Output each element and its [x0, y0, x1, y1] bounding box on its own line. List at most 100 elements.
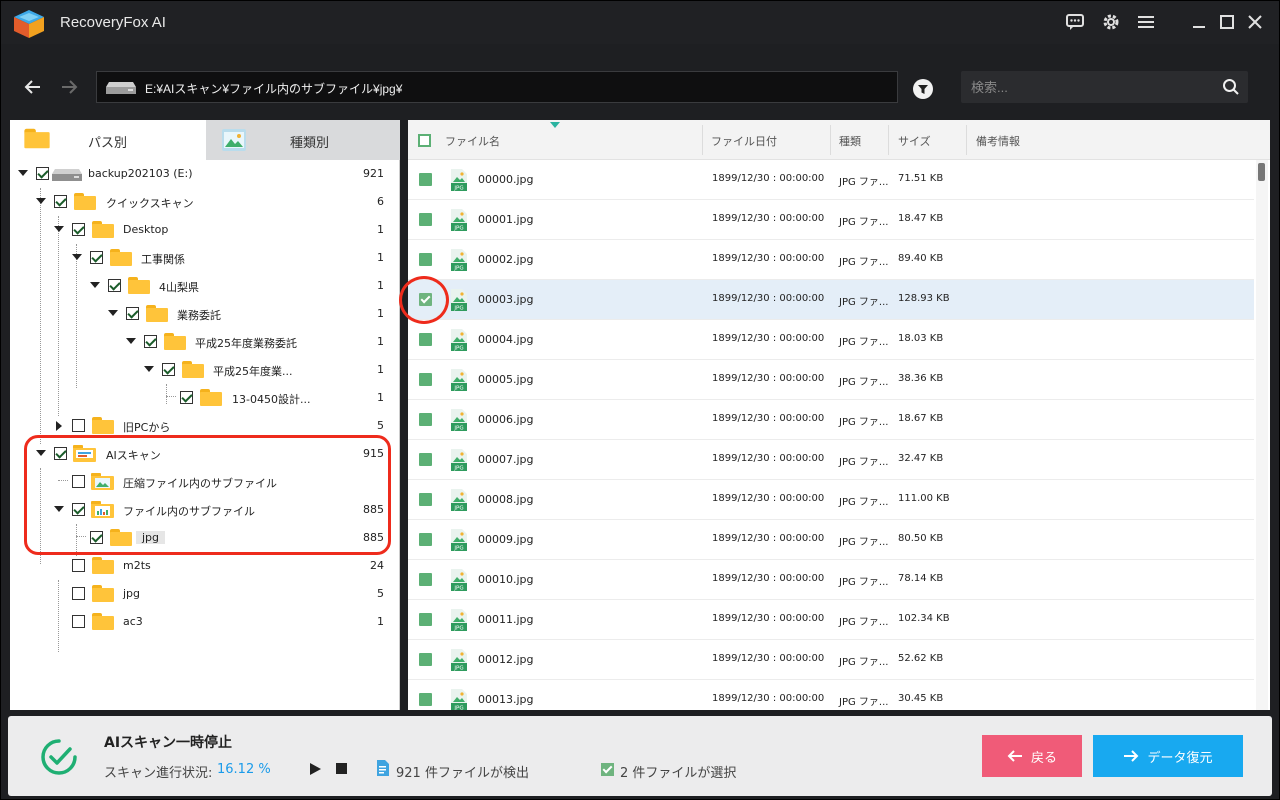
- filter-icon[interactable]: [912, 78, 934, 100]
- stop-icon[interactable]: [336, 763, 347, 774]
- sort-arrow-icon[interactable]: [550, 122, 560, 128]
- search-icon[interactable]: [1222, 78, 1240, 96]
- collapse-arrow-icon[interactable]: [36, 198, 46, 204]
- table-row[interactable]: JPG 00002.jpg 1899/12/30 : 00:00:00 JPG ファ.…: [408, 240, 1254, 280]
- row-checkbox[interactable]: [419, 413, 432, 426]
- table-row[interactable]: JPG 00013.jpg 1899/12/30 : 00:00:00 JPG ファ.…: [408, 680, 1254, 710]
- tree-checkbox[interactable]: [90, 251, 103, 264]
- table-row[interactable]: JPG 00005.jpg 1899/12/30 : 00:00:00 JPG ファ.…: [408, 360, 1254, 400]
- jpg-file-icon: JPG: [451, 209, 467, 231]
- tree-checkbox[interactable]: [72, 419, 85, 432]
- tree-checkbox[interactable]: [72, 559, 85, 572]
- tree-checkbox[interactable]: [180, 391, 193, 404]
- collapse-arrow-icon[interactable]: [126, 338, 136, 344]
- row-filename: 00007.jpg: [478, 453, 534, 466]
- tree-row-yamanashi[interactable]: 4山梨県 1: [10, 272, 390, 300]
- row-checkbox[interactable]: [419, 613, 432, 626]
- tree-row-m2ts[interactable]: m2ts 24: [10, 552, 390, 580]
- forward-arrow-icon[interactable]: [56, 74, 82, 100]
- recover-button[interactable]: データ復元: [1093, 735, 1243, 777]
- row-checkbox[interactable]: [419, 573, 432, 586]
- row-checkbox[interactable]: [419, 653, 432, 666]
- search-box[interactable]: [961, 71, 1248, 103]
- column-header-date[interactable]: ファイル日付: [711, 133, 777, 149]
- tree-checkbox[interactable]: [126, 307, 139, 320]
- recover-button-label: データ復元: [1147, 750, 1213, 766]
- collapse-arrow-icon[interactable]: [90, 282, 100, 288]
- column-header-type[interactable]: 種類: [839, 133, 861, 149]
- row-checkbox[interactable]: [419, 333, 432, 346]
- scan-progress-value: 16.12 %: [217, 762, 271, 777]
- tree-row-gyomu[interactable]: 業務委託 1: [10, 300, 390, 328]
- tree-checkbox[interactable]: [72, 587, 85, 600]
- chat-icon[interactable]: [1062, 9, 1088, 35]
- row-checkbox[interactable]: [419, 533, 432, 546]
- collapse-arrow-icon[interactable]: [18, 170, 28, 176]
- row-checkbox[interactable]: [419, 173, 432, 186]
- table-row[interactable]: JPG 00008.jpg 1899/12/30 : 00:00:00 JPG ファ.…: [408, 480, 1254, 520]
- table-row[interactable]: JPG 00011.jpg 1899/12/30 : 00:00:00 JPG ファ.…: [408, 600, 1254, 640]
- tree-row-h25[interactable]: 平成25年度業務委託 1: [10, 328, 390, 356]
- row-checkbox[interactable]: [419, 453, 432, 466]
- search-input[interactable]: [971, 77, 1211, 97]
- row-checkbox[interactable]: [419, 373, 432, 386]
- tree-row-koji[interactable]: 工事関係 1: [10, 244, 390, 272]
- tree-checkbox[interactable]: [144, 335, 157, 348]
- tab-by-type[interactable]: 種類別: [206, 120, 400, 160]
- close-icon[interactable]: [1242, 9, 1268, 35]
- scrollbar-thumb[interactable]: [1258, 163, 1265, 181]
- row-checkbox[interactable]: [419, 213, 432, 226]
- tree-count: 1: [377, 391, 384, 404]
- column-header-notes[interactable]: 備考情報: [976, 133, 1020, 149]
- collapse-arrow-icon[interactable]: [72, 254, 82, 260]
- row-filename: 00004.jpg: [478, 333, 534, 346]
- tree-checkbox[interactable]: [36, 167, 49, 180]
- svg-text:JPG: JPG: [453, 466, 463, 472]
- minimize-icon[interactable]: [1186, 9, 1212, 35]
- tree-row-quickscan[interactable]: クイックスキャン 6: [10, 188, 390, 216]
- table-row[interactable]: JPG 00012.jpg 1899/12/30 : 00:00:00 JPG ファ.…: [408, 640, 1254, 680]
- tree-row-ac3[interactable]: ac3 1: [10, 608, 390, 636]
- tree-row-h25-sub[interactable]: 平成25年度業... 1: [10, 356, 390, 384]
- status-bar: AIスキャン一時停止 スキャン進行状況: 16.12 % 921 件ファイルが検…: [8, 716, 1272, 796]
- back-button[interactable]: 戻る: [982, 735, 1082, 777]
- tree-checkbox[interactable]: [72, 615, 85, 628]
- column-header-filename[interactable]: ファイル名: [445, 133, 500, 149]
- tab-by-path[interactable]: パス別: [10, 120, 206, 160]
- collapse-arrow-icon[interactable]: [54, 226, 64, 232]
- tree-checkbox[interactable]: [108, 279, 121, 292]
- tree-row-0450[interactable]: 13-0450設計... 1: [10, 384, 390, 412]
- tree-label: m2ts: [123, 559, 151, 572]
- table-row[interactable]: JPG 00000.jpg 1899/12/30 : 00:00:00 JPG ファ.…: [408, 160, 1254, 200]
- tree-row-desktop[interactable]: Desktop 1: [10, 216, 390, 244]
- row-checkbox[interactable]: [419, 493, 432, 506]
- maximize-icon[interactable]: [1214, 9, 1240, 35]
- collapse-arrow-icon[interactable]: [144, 366, 154, 372]
- tree-checkbox[interactable]: [54, 195, 67, 208]
- table-row[interactable]: JPG 00006.jpg 1899/12/30 : 00:00:00 JPG ファ.…: [408, 400, 1254, 440]
- tree-checkbox[interactable]: [72, 223, 85, 236]
- gear-icon[interactable]: [1098, 9, 1124, 35]
- table-row[interactable]: JPG 00007.jpg 1899/12/30 : 00:00:00 JPG ファ.…: [408, 440, 1254, 480]
- expand-arrow-icon[interactable]: [56, 421, 62, 431]
- collapse-arrow-icon[interactable]: [108, 310, 118, 316]
- path-bar[interactable]: E:¥AIスキャン¥ファイル内のサブファイル¥jpg¥: [96, 71, 898, 103]
- table-row[interactable]: JPG 00010.jpg 1899/12/30 : 00:00:00 JPG ファ.…: [408, 560, 1254, 600]
- row-size: 78.14 KB: [898, 573, 944, 584]
- select-all-checkbox[interactable]: [418, 134, 431, 147]
- tree-checkbox[interactable]: [162, 363, 175, 376]
- tree-row-jpg[interactable]: jpg 5: [10, 580, 390, 608]
- image-folder-icon: [222, 129, 246, 151]
- row-checkbox[interactable]: [419, 253, 432, 266]
- row-checkbox[interactable]: [419, 693, 432, 706]
- table-row[interactable]: JPG 00009.jpg 1899/12/30 : 00:00:00 JPG ファ.…: [408, 520, 1254, 560]
- table-row[interactable]: JPG 00003.jpg 1899/12/30 : 00:00:00 JPG ファ.…: [408, 280, 1254, 320]
- vertical-scrollbar[interactable]: [1256, 160, 1268, 710]
- play-icon[interactable]: [308, 762, 322, 776]
- menu-icon[interactable]: [1133, 9, 1159, 35]
- table-row[interactable]: JPG 00001.jpg 1899/12/30 : 00:00:00 JPG ファ.…: [408, 200, 1254, 240]
- table-row[interactable]: JPG 00004.jpg 1899/12/30 : 00:00:00 JPG ファ.…: [408, 320, 1254, 360]
- column-header-size[interactable]: サイズ: [898, 133, 931, 149]
- tree-row-drive[interactable]: backup202103 (E:) 921: [10, 160, 390, 188]
- back-arrow-icon[interactable]: [20, 74, 46, 100]
